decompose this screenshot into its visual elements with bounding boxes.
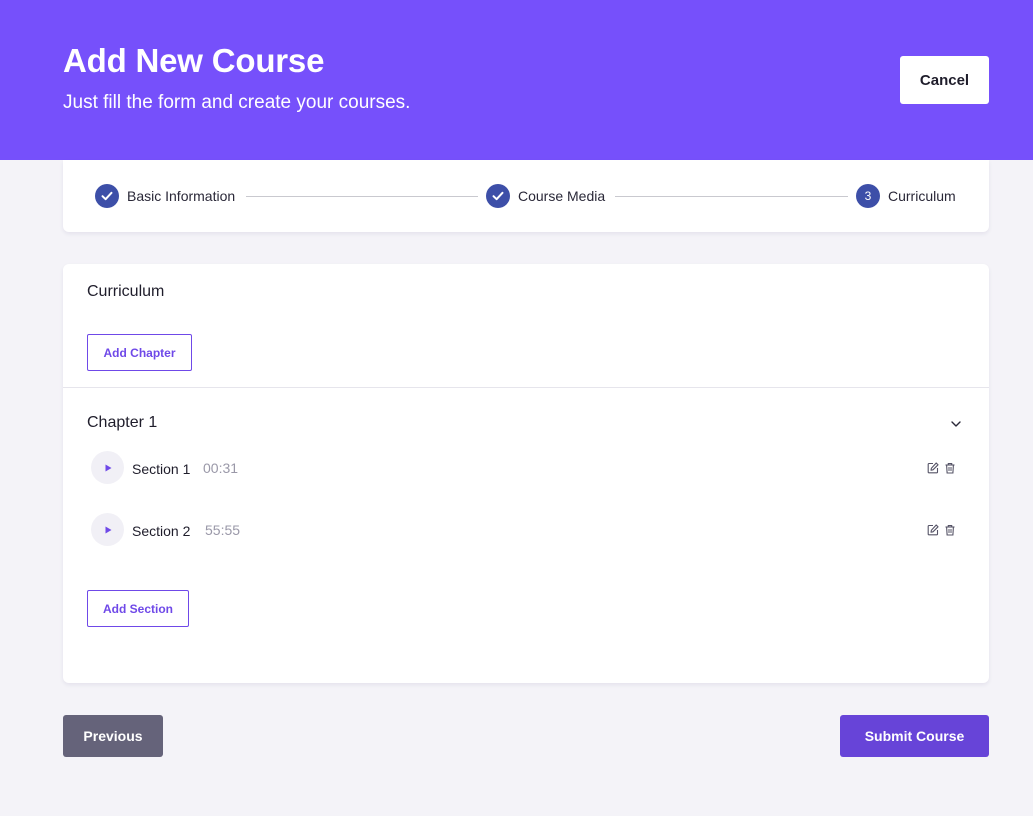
step-number: 3 xyxy=(856,184,880,208)
add-chapter-button[interactable]: Add Chapter xyxy=(87,334,192,371)
step-curriculum[interactable]: 3 Curriculum xyxy=(856,184,956,208)
add-section-button[interactable]: Add Section xyxy=(87,590,189,627)
step-basic-information[interactable]: Basic Information xyxy=(95,184,235,208)
chapter-title[interactable]: Chapter 1 xyxy=(87,414,157,432)
step-label: Basic Information xyxy=(127,188,236,204)
edit-icon[interactable] xyxy=(927,523,939,536)
page-title: Add New Course xyxy=(63,42,325,79)
check-icon xyxy=(95,184,119,208)
section-duration: 00:31 xyxy=(203,460,239,476)
step-course-media[interactable]: Course Media xyxy=(486,184,605,208)
step-label: Course Media xyxy=(518,188,606,204)
divider xyxy=(63,387,989,388)
chevron-down-icon[interactable] xyxy=(949,417,963,431)
section-row: Section 2 55:55 xyxy=(91,513,961,547)
cancel-button[interactable]: Cancel xyxy=(900,56,989,104)
page-subtitle: Just fill the form and create your cours… xyxy=(63,92,411,113)
page-header: Add New Course Just fill the form and cr… xyxy=(0,0,1033,160)
section-name: Section 2 xyxy=(132,523,191,539)
curriculum-heading: Curriculum xyxy=(87,283,165,300)
curriculum-card: Curriculum Add Chapter Chapter 1 Section… xyxy=(63,264,989,683)
progress-stepper: Basic Information Course Media 3 Curricu… xyxy=(63,160,989,232)
trash-icon[interactable] xyxy=(944,523,956,536)
submit-course-button[interactable]: Submit Course xyxy=(840,715,989,757)
section-duration: 55:55 xyxy=(205,522,241,538)
play-icon[interactable] xyxy=(91,451,124,484)
check-icon xyxy=(486,184,510,208)
section-row: Section 1 00:31 xyxy=(91,451,961,485)
play-icon[interactable] xyxy=(91,513,124,546)
edit-icon[interactable] xyxy=(927,461,939,474)
step-connector xyxy=(246,196,478,197)
trash-icon[interactable] xyxy=(944,461,956,474)
previous-button[interactable]: Previous xyxy=(63,715,163,757)
section-name: Section 1 xyxy=(132,461,191,477)
step-connector xyxy=(615,196,848,197)
step-label: Curriculum xyxy=(888,188,956,204)
